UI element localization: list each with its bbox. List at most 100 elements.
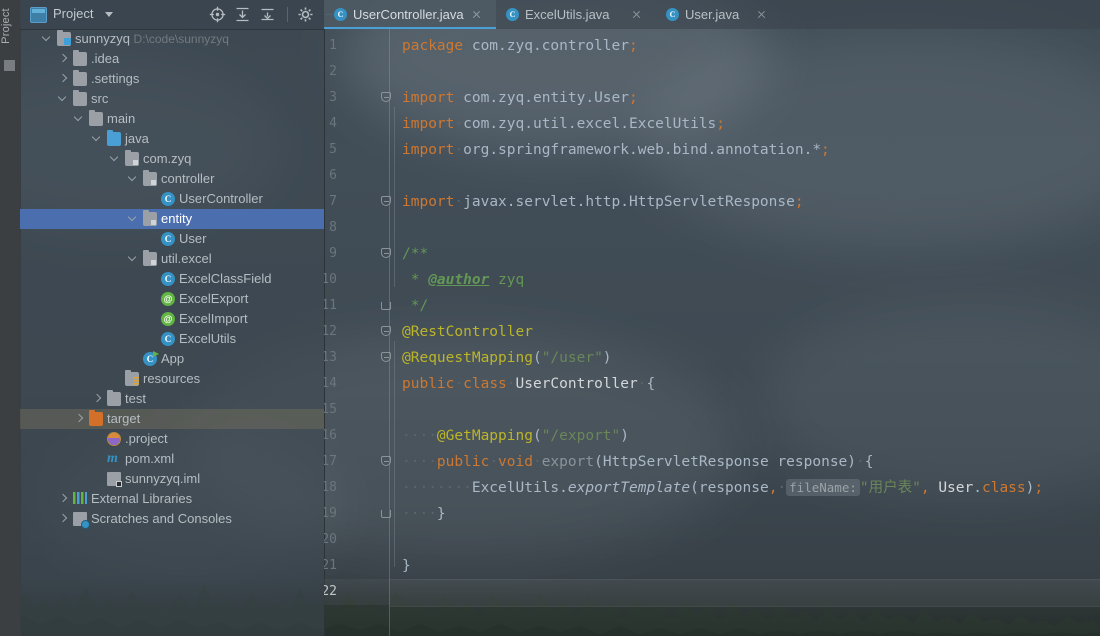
package-icon xyxy=(143,249,157,266)
code-line[interactable]: */ xyxy=(402,293,428,319)
code-line[interactable]: } xyxy=(402,553,411,579)
package-icon xyxy=(143,169,157,186)
editor-tab-excelutils-java[interactable]: C ExcelUtils.java xyxy=(496,0,656,29)
tree-item-com-zyq[interactable]: com.zyq xyxy=(20,149,324,169)
editor-tab-bar[interactable]: C UserController.java C ExcelUtils.java C Use… xyxy=(324,0,1100,29)
runnable-class-icon: C xyxy=(143,351,159,366)
locate-icon[interactable] xyxy=(208,5,227,24)
chevron-right-icon[interactable] xyxy=(74,414,84,424)
tree-item-pom-xml[interactable]: m pom.xml xyxy=(20,449,324,469)
project-panel-header: Project xyxy=(20,0,336,30)
code-line[interactable]: ····} xyxy=(402,501,446,527)
code-line[interactable]: /** xyxy=(402,241,428,267)
source-code[interactable]: package·com.zyq.controller; import·com.zy… xyxy=(402,29,1100,636)
tree-item-main[interactable]: main xyxy=(20,109,324,129)
tree-item-entity[interactable]: entity xyxy=(20,209,324,229)
code-folding-marker[interactable] xyxy=(381,449,392,475)
java-class-icon: C xyxy=(666,8,679,21)
chevron-right-icon[interactable] xyxy=(58,74,68,84)
code-folding-marker[interactable] xyxy=(381,85,392,111)
code-folding-marker[interactable] xyxy=(381,345,392,371)
close-icon[interactable] xyxy=(757,10,766,19)
tree-item-scratches-and-consoles[interactable]: Scratches and Consoles xyxy=(20,509,324,529)
project-panel-title: Project xyxy=(53,6,94,21)
code-line[interactable]: @RequestMapping("/user") xyxy=(402,345,612,371)
chevron-down-icon[interactable] xyxy=(74,114,84,124)
chevron-right-icon[interactable] xyxy=(92,394,102,404)
code-line[interactable]: import·com.zyq.entity.User; xyxy=(402,85,638,111)
close-icon[interactable] xyxy=(632,10,641,19)
java-class-icon: C xyxy=(161,232,175,246)
tree-item-app[interactable]: C App xyxy=(20,349,324,369)
editor-tab-user-java[interactable]: C User.java xyxy=(656,0,781,29)
project-stripe-icon[interactable] xyxy=(4,60,15,71)
code-line[interactable]: public·class·UserController·{ xyxy=(402,371,655,397)
code-line[interactable]: * @author zyq xyxy=(402,267,525,293)
settings-gear-icon[interactable] xyxy=(296,5,315,24)
line-number: 2 xyxy=(329,64,337,79)
tree-item-excelimport[interactable]: @ ExcelImport xyxy=(20,309,324,329)
tree-item-controller[interactable]: controller xyxy=(20,169,324,189)
code-fold-region-line-2 xyxy=(394,237,395,287)
code-line[interactable]: ····@GetMapping("/export") xyxy=(402,423,629,449)
chevron-down-icon[interactable] xyxy=(105,12,113,17)
tree-item-excelclassfield[interactable]: C ExcelClassField xyxy=(20,269,324,289)
left-tool-window-stripe[interactable]: Project xyxy=(0,0,21,636)
code-line[interactable]: import·com.zyq.util.excel.ExcelUtils; xyxy=(402,111,725,137)
tree-item-sunnyzyq[interactable]: sunnyzyq D:\code\sunnyzyq xyxy=(20,29,324,49)
close-icon[interactable] xyxy=(472,10,481,19)
chevron-down-icon[interactable] xyxy=(58,94,68,104)
tree-item-target[interactable]: target xyxy=(20,409,324,429)
expand-all-icon[interactable] xyxy=(233,5,252,24)
tree-item-excelexport[interactable]: @ ExcelExport xyxy=(20,289,324,309)
code-area[interactable]: 1 2 3 4 5 6 7 8 9 10 11 12 13 14 15 16 17 18 19 20 21 22 pack… xyxy=(324,29,1100,636)
chevron-right-icon[interactable] xyxy=(58,494,68,504)
tree-item-user[interactable]: C User xyxy=(20,229,324,249)
tree-item-test[interactable]: test xyxy=(20,389,324,409)
chevron-down-icon[interactable] xyxy=(92,134,102,144)
tree-item-label: .settings xyxy=(91,71,140,86)
chevron-down-icon[interactable] xyxy=(128,254,138,264)
collapse-all-icon[interactable] xyxy=(258,5,277,24)
code-folding-marker[interactable] xyxy=(381,501,392,527)
tree-item-label: com.zyq xyxy=(143,151,192,166)
code-line[interactable]: package·com.zyq.controller; xyxy=(402,33,638,59)
tree-item-label: UserController xyxy=(179,191,263,206)
chevron-down-icon[interactable] xyxy=(128,214,138,224)
tree-item-usercontroller[interactable]: C UserController xyxy=(20,189,324,209)
tree-item-label: controller xyxy=(161,171,215,186)
tree-item-resources[interactable]: resources xyxy=(20,369,324,389)
code-folding-marker[interactable] xyxy=(381,319,392,345)
tree-item-excelutils[interactable]: C ExcelUtils xyxy=(20,329,324,349)
tree-item-src[interactable]: src xyxy=(20,89,324,109)
line-number-gutter[interactable]: 1 2 3 4 5 6 7 8 9 10 11 12 13 14 15 16 17 18 19 20 21 22 xyxy=(324,29,392,636)
code-line[interactable]: ····public·void·export(HttpServletRespon… xyxy=(402,449,873,475)
chevron-down-icon[interactable] xyxy=(42,34,52,44)
package-icon xyxy=(125,149,139,166)
code-folding-marker[interactable] xyxy=(381,293,392,319)
tree-item-project[interactable]: .project xyxy=(20,429,324,449)
chevron-right-icon[interactable] xyxy=(58,54,68,64)
chevron-right-icon[interactable] xyxy=(58,514,68,524)
tree-item-util-excel[interactable]: util.excel xyxy=(20,249,324,269)
code-line[interactable]: import·org.springframework.web.bind.anno… xyxy=(402,137,830,163)
stripe-label-project[interactable]: Project xyxy=(0,3,20,49)
tree-item-external-libraries[interactable]: External Libraries xyxy=(20,489,324,509)
tree-item-java[interactable]: java xyxy=(20,129,324,149)
code-folding-marker[interactable] xyxy=(381,241,392,267)
code-line[interactable]: import·javax.servlet.http.HttpServletRes… xyxy=(402,189,804,215)
tree-item-sunnyzyq-iml[interactable]: sunnyzyq.iml xyxy=(20,469,324,489)
editor-tab-usercontroller-java[interactable]: C UserController.java xyxy=(324,0,496,29)
folder-icon xyxy=(107,389,121,406)
editor-tab-label: UserController.java xyxy=(353,7,464,22)
project-tree[interactable]: sunnyzyq D:\code\sunnyzyq .idea .settings s… xyxy=(20,29,324,636)
chevron-down-icon[interactable] xyxy=(128,174,138,184)
code-line[interactable]: ········ExcelUtils.exportTemplate(respon… xyxy=(402,475,1043,501)
tree-item-label: ExcelExport xyxy=(179,291,249,306)
toolbar-separator xyxy=(287,7,288,22)
code-line[interactable]: @RestController xyxy=(402,319,533,345)
tree-item-settings[interactable]: .settings xyxy=(20,69,324,89)
chevron-down-icon[interactable] xyxy=(110,154,120,164)
tree-item-idea[interactable]: .idea xyxy=(20,49,324,69)
code-folding-marker[interactable] xyxy=(381,189,392,215)
